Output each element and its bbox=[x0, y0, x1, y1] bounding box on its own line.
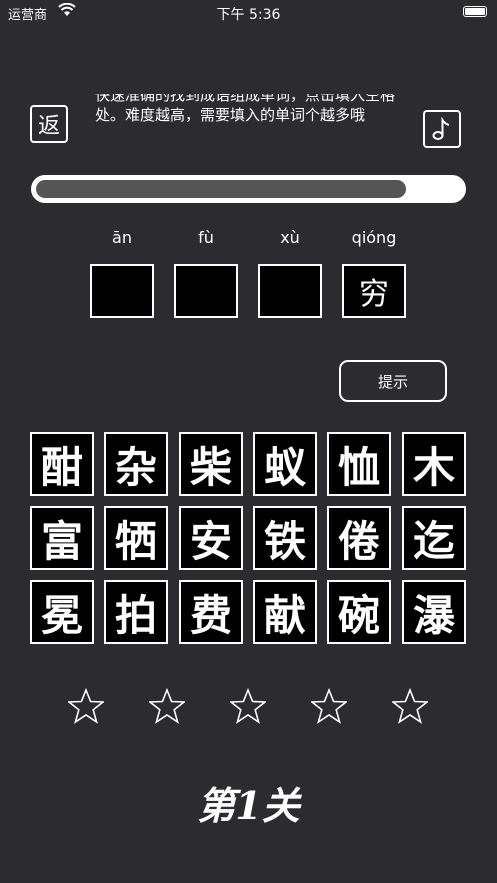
char-tile[interactable]: 献 bbox=[253, 580, 317, 644]
back-button-label: 返 bbox=[37, 114, 60, 139]
char-tile[interactable]: 酣 bbox=[30, 432, 94, 496]
char-tile[interactable]: 恤 bbox=[327, 432, 391, 496]
instructions-text: 快速准确的找到成语组成单词，点击填入空格处。难度越高，需要填入的单词个越多哦 bbox=[95, 94, 396, 124]
char-tile[interactable]: 碗 bbox=[327, 580, 391, 644]
char-tile[interactable]: 费 bbox=[179, 580, 243, 644]
progress-fill bbox=[36, 180, 406, 198]
pinyin-4: qióng bbox=[351, 228, 397, 247]
star-icon bbox=[392, 688, 428, 724]
answer-slot-4[interactable]: 穷 bbox=[342, 264, 406, 318]
char-tile[interactable]: 瀑 bbox=[402, 580, 466, 644]
battery-icon bbox=[463, 6, 487, 17]
star-icon bbox=[149, 688, 185, 724]
pinyin-3: xù bbox=[280, 228, 300, 247]
music-button[interactable] bbox=[423, 110, 461, 148]
level-label: 第1关 bbox=[197, 783, 300, 828]
char-tile[interactable]: 安 bbox=[179, 506, 243, 570]
pinyin-1: ān bbox=[112, 228, 132, 247]
char-tile[interactable]: 木 bbox=[402, 432, 466, 496]
pinyin-2: fù bbox=[198, 228, 214, 247]
char-tile[interactable]: 冕 bbox=[30, 580, 94, 644]
clock: 下午 5:36 bbox=[216, 7, 281, 23]
answer-slot-3[interactable] bbox=[258, 264, 322, 318]
hint-button[interactable]: 提示 bbox=[339, 360, 447, 402]
char-tile[interactable]: 牺 bbox=[104, 506, 168, 570]
char-tile[interactable]: 富 bbox=[30, 506, 94, 570]
char-tile[interactable]: 拍 bbox=[104, 580, 168, 644]
char-tile[interactable]: 杂 bbox=[104, 432, 168, 496]
star-icon bbox=[311, 688, 347, 724]
char-tile[interactable]: 倦 bbox=[327, 506, 391, 570]
back-button[interactable]: 返 bbox=[30, 105, 68, 143]
char-tile[interactable]: 柴 bbox=[179, 432, 243, 496]
time-progress-bar bbox=[31, 175, 466, 203]
answer-slot-1[interactable] bbox=[90, 264, 154, 318]
status-bar: 运营商 下午 5:36 bbox=[0, 0, 497, 26]
answer-slot-2[interactable] bbox=[174, 264, 238, 318]
music-note-icon bbox=[432, 117, 450, 140]
star-icon bbox=[68, 688, 104, 724]
star-icon bbox=[230, 688, 266, 724]
char-tile[interactable]: 蚁 bbox=[253, 432, 317, 496]
char-tile[interactable]: 铁 bbox=[253, 506, 317, 570]
char-tile[interactable]: 迄 bbox=[402, 506, 466, 570]
hint-button-label: 提示 bbox=[377, 372, 408, 391]
